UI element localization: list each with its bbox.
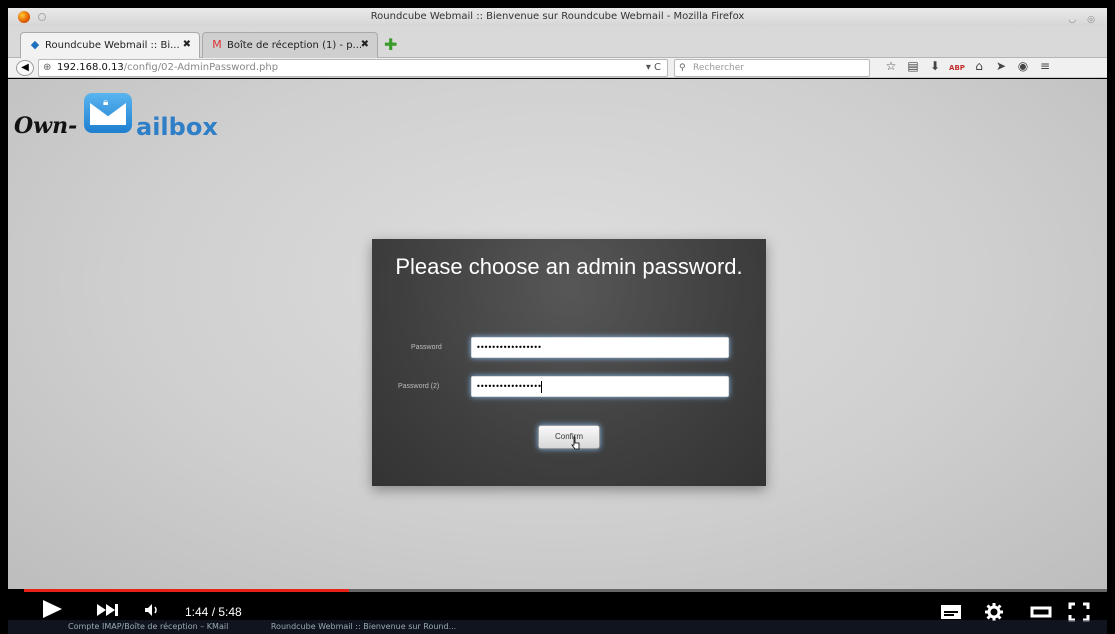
tab-close-icon[interactable]: ✖ [361,33,369,57]
url-path: /config/02-AdminPassword.php [123,62,279,73]
gmail-icon: M [212,38,222,51]
password-field[interactable]: ••••••••••••••••• [471,337,729,358]
roundcube-icon: ◆ [30,38,40,51]
password-value: ••••••••••••••••• [476,343,542,352]
text-caret [540,380,542,393]
url-host: 192.168.0.13 [57,62,124,73]
window-title: Roundcube Webmail :: Bienvenue sur Round… [370,11,745,22]
navigation-bar: ◀ ⊕ 192.168.0.13/config/02-AdminPassword… [8,58,1107,78]
window-titlebar: Roundcube Webmail :: Bienvenue sur Round… [8,8,1107,26]
confirm-button[interactable]: Confirm [538,425,600,449]
video-time: 1:44 / 5:48 [185,605,242,619]
reload-icon[interactable]: ▾ C [646,60,661,76]
tab-label: Roundcube Webmail :: Bi... [45,40,180,51]
tab-gmail[interactable]: M Boîte de réception (1) - p... ✖ [202,32,378,58]
download-icon[interactable]: ⬇ [924,59,946,73]
fullscreen-icon[interactable] [1068,602,1090,622]
volume-icon[interactable] [144,603,160,617]
home-icon[interactable]: ⌂ [968,59,990,73]
chat-icon[interactable]: ◉ [1012,59,1034,73]
logo-own-text: Own- [14,113,78,139]
play-icon[interactable] [40,598,66,620]
bookmark-star-icon[interactable]: ☆ [880,59,902,73]
theater-mode-icon[interactable] [1030,604,1052,620]
globe-icon: ⊕ [43,62,52,73]
adblock-icon[interactable]: ABP [946,64,968,72]
toolbar-icons: ☆ ▤ ⬇ ABP ⌂ ➤ ◉ ≡ [880,59,1056,73]
tab-roundcube[interactable]: ◆ Roundcube Webmail :: Bi... ✖ [20,32,200,58]
reading-list-icon[interactable]: ▤ [902,59,924,73]
search-icon: ⚲ [679,63,686,73]
tab-close-icon[interactable]: ✖ [183,33,191,57]
taskbar-item-kmail[interactable]: Compte IMAP/Boîte de réception – KMail [68,622,228,631]
window-menu-icon[interactable] [38,13,46,21]
taskbar-item-firefox[interactable]: Roundcube Webmail :: Bienvenue sur Round… [271,622,456,631]
video-progress-fill [24,589,349,592]
password-label: Password [411,344,442,351]
logo-ailbox-text: ailbox [136,113,218,141]
password2-value: ••••••••••••••••• [476,382,542,391]
url-bar[interactable]: ⊕ 192.168.0.13/config/02-AdminPassword.p… [38,59,668,77]
menu-icon[interactable]: ≡ [1034,59,1056,73]
new-tab-button[interactable]: ✚ [384,35,397,54]
settings-gear-icon[interactable] [984,602,1004,622]
password2-label: Password (2) [398,383,440,390]
password2-field[interactable]: ••••••••••••••••• [471,376,729,397]
back-button[interactable]: ◀ [16,60,34,76]
mouse-pointer-icon [571,436,580,450]
panel-title: Please choose an admin password. [395,254,743,279]
next-icon[interactable] [96,603,120,617]
page-content: Own- 🔒︎ ailbox Please choose an admin pa… [8,79,1107,589]
subtitles-icon[interactable] [940,604,962,620]
search-input[interactable]: ⚲ Rechercher [674,59,870,77]
firefox-logo-icon [18,11,30,23]
search-placeholder: Rechercher [693,63,744,73]
tab-bar: ◆ Roundcube Webmail :: Bi... ✖ M Boîte de … [8,26,1107,58]
admin-password-panel: Please choose an admin password. Passwor… [372,239,766,486]
desktop-taskbar: Compte IMAP/Boîte de réception – KMail R… [8,620,1107,634]
send-icon[interactable]: ➤ [990,59,1012,73]
tab-label: Boîte de réception (1) - p... [227,40,363,51]
lock-icon: 🔒︎ [103,97,109,108]
